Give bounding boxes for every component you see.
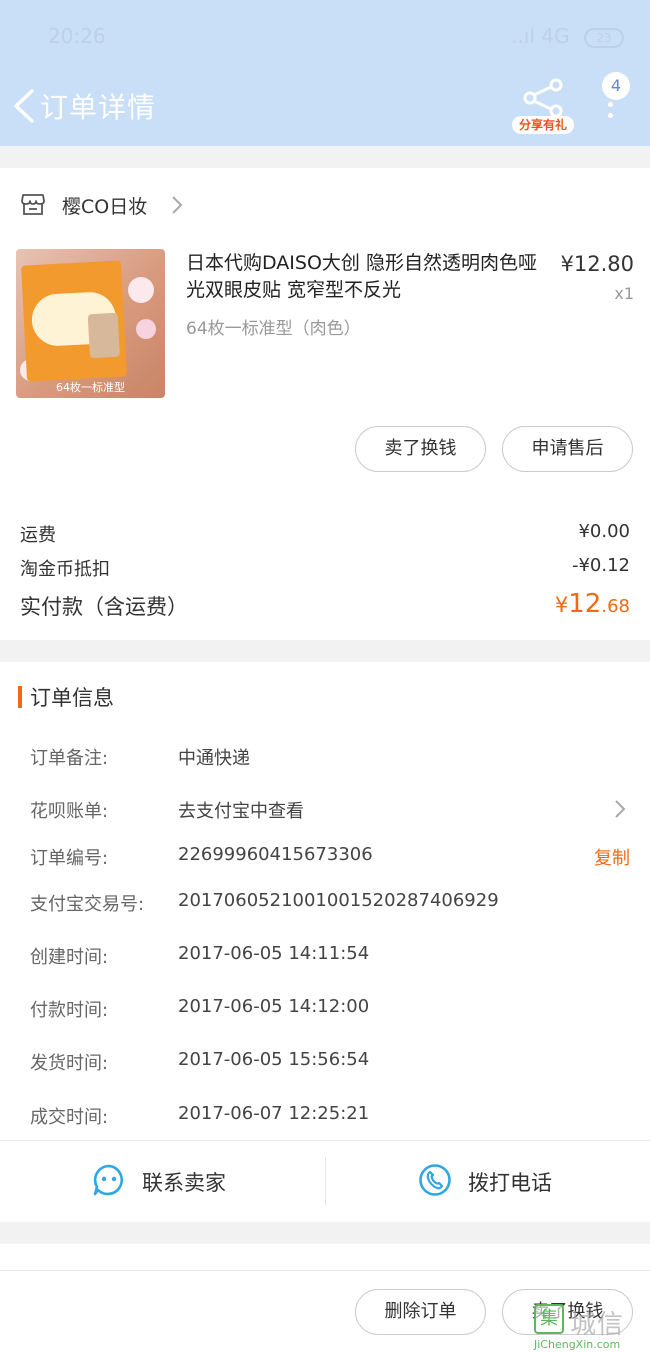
info-value: 2017060521001001520287406929 bbox=[178, 890, 499, 911]
total-integer: 12 bbox=[568, 589, 602, 619]
heading-accent-bar bbox=[18, 686, 22, 708]
product-package-image bbox=[21, 260, 127, 382]
call-phone-button[interactable]: 拨打电话 bbox=[326, 1141, 650, 1223]
back-arrow-icon[interactable] bbox=[10, 88, 38, 124]
copy-order-number-button[interactable]: 复制 bbox=[594, 844, 630, 870]
info-row-remark: 订单备注: 中通快递 bbox=[30, 744, 630, 770]
status-bar: 20:26 ..ıl 4G 23 bbox=[0, 0, 650, 70]
shop-name: 樱CO日妆 bbox=[62, 196, 148, 218]
shipping-fee-label: 运费 bbox=[20, 525, 56, 546]
order-item-card: 樱CO日妆 64枚一标准型 日本代购DAISO大创 隐形自然透明肉色哑光双眼皮贴… bbox=[0, 168, 650, 640]
info-value: 2017-06-05 14:12:00 bbox=[178, 996, 370, 1017]
share-icon bbox=[523, 78, 563, 118]
chevron-right-icon bbox=[172, 196, 183, 214]
info-value: 22699960415673306 bbox=[178, 844, 373, 865]
share-button[interactable]: 分享有礼 bbox=[512, 78, 574, 134]
info-row-huabei[interactable]: 花呗账单: 去支付宝中查看 bbox=[30, 797, 630, 823]
product-thumbnail[interactable]: 64枚一标准型 bbox=[16, 249, 165, 398]
call-phone-label: 拨打电话 bbox=[468, 1171, 552, 1195]
product-quantity: x1 bbox=[614, 284, 634, 303]
after-sale-button[interactable]: 申请售后 bbox=[502, 426, 633, 472]
chevron-right-icon bbox=[615, 800, 626, 818]
info-value: 去支付宝中查看 bbox=[178, 801, 304, 822]
product-price: ¥12.80 bbox=[560, 252, 634, 276]
info-key: 发货时间: bbox=[30, 1053, 109, 1074]
recommendation-card-peek bbox=[0, 1244, 650, 1270]
shop-icon bbox=[21, 194, 45, 215]
info-key: 支付宝交易号: bbox=[30, 894, 145, 915]
coin-deduction-label: 淘金币抵扣 bbox=[20, 559, 110, 580]
status-indicators: ..ıl 4G 23 bbox=[511, 24, 624, 48]
top-header: 20:26 ..ıl 4G 23 订单详情 分享有礼 4 bbox=[0, 0, 650, 146]
site-watermark: 集 城信 JiChengXin.com bbox=[530, 1300, 650, 1353]
phone-icon bbox=[419, 1164, 451, 1196]
more-menu-button[interactable]: 4 bbox=[596, 72, 636, 126]
info-key: 订单备注: bbox=[30, 748, 109, 769]
total-decimal: .68 bbox=[601, 596, 630, 617]
delete-order-button[interactable]: 删除订单 bbox=[355, 1289, 486, 1335]
watermark-url: JiChengXin.com bbox=[534, 1338, 621, 1351]
order-info-card: 订单信息 订单备注: 中通快递 花呗账单: 去支付宝中查看 订单编号: 2269… bbox=[0, 662, 650, 1222]
total-paid-label: 实付款（含运费） bbox=[20, 595, 188, 619]
share-reward-label: 分享有礼 bbox=[512, 116, 574, 134]
total-paid-value: ¥12.68 bbox=[555, 589, 630, 619]
watermark-logo: 集 bbox=[534, 1304, 564, 1334]
info-value: 中通快递 bbox=[178, 748, 250, 769]
info-key: 花呗账单: bbox=[30, 801, 109, 822]
sell-for-cash-button[interactable]: 卖了换钱 bbox=[355, 426, 486, 472]
page-title: 订单详情 bbox=[40, 91, 157, 124]
info-row-order-number: 订单编号: 22699960415673306 复制 bbox=[30, 844, 630, 870]
coin-deduction-row: 淘金币抵扣 -¥0.12 bbox=[20, 555, 630, 581]
info-value: 2017-06-07 12:25:21 bbox=[178, 1103, 370, 1124]
info-row-created: 创建时间: 2017-06-05 14:11:54 bbox=[30, 943, 630, 969]
order-info-title: 订单信息 bbox=[30, 686, 114, 710]
coin-deduction-value: -¥0.12 bbox=[571, 555, 630, 576]
contact-seller-button[interactable]: 联系卖家 bbox=[0, 1141, 325, 1223]
chat-bubble-icon bbox=[93, 1164, 124, 1196]
info-key: 成交时间: bbox=[30, 1107, 109, 1128]
thumbnail-caption: 64枚一标准型 bbox=[56, 381, 125, 394]
info-value: 2017-06-05 14:11:54 bbox=[178, 943, 370, 964]
shipping-fee-value: ¥0.00 bbox=[578, 521, 630, 542]
battery-icon: 23 bbox=[584, 27, 624, 48]
message-count-badge: 4 bbox=[602, 72, 630, 100]
signal-indicator: ..ıl 4G bbox=[511, 24, 570, 48]
info-value: 2017-06-05 15:56:54 bbox=[178, 1049, 370, 1070]
more-dots-icon bbox=[608, 102, 614, 122]
shipping-fee-row: 运费 ¥0.00 bbox=[20, 521, 630, 547]
total-currency: ¥ bbox=[554, 593, 569, 617]
total-paid-row: 实付款（含运费） ¥12.68 bbox=[20, 589, 630, 621]
watermark-text: 城信 bbox=[570, 1310, 625, 1340]
info-key: 创建时间: bbox=[30, 947, 109, 968]
info-row-alipay-trade: 支付宝交易号: 2017060521001001520287406929 bbox=[30, 890, 630, 916]
info-key: 付款时间: bbox=[30, 1000, 109, 1021]
info-row-shipped: 发货时间: 2017-06-05 15:56:54 bbox=[30, 1049, 630, 1075]
info-row-paid: 付款时间: 2017-06-05 14:12:00 bbox=[30, 996, 630, 1022]
contact-bar: 联系卖家 拨打电话 bbox=[0, 1140, 650, 1222]
status-time: 20:26 bbox=[48, 24, 106, 48]
info-row-completed: 成交时间: 2017-06-07 12:25:21 bbox=[30, 1103, 630, 1129]
contact-seller-label: 联系卖家 bbox=[142, 1171, 226, 1195]
product-spec: 64枚一标准型（肉色） bbox=[186, 319, 361, 339]
info-key: 订单编号: bbox=[30, 848, 109, 869]
product-title[interactable]: 日本代购DAISO大创 隐形自然透明肉色哑光双眼皮贴 宽窄型不反光 bbox=[186, 250, 538, 304]
